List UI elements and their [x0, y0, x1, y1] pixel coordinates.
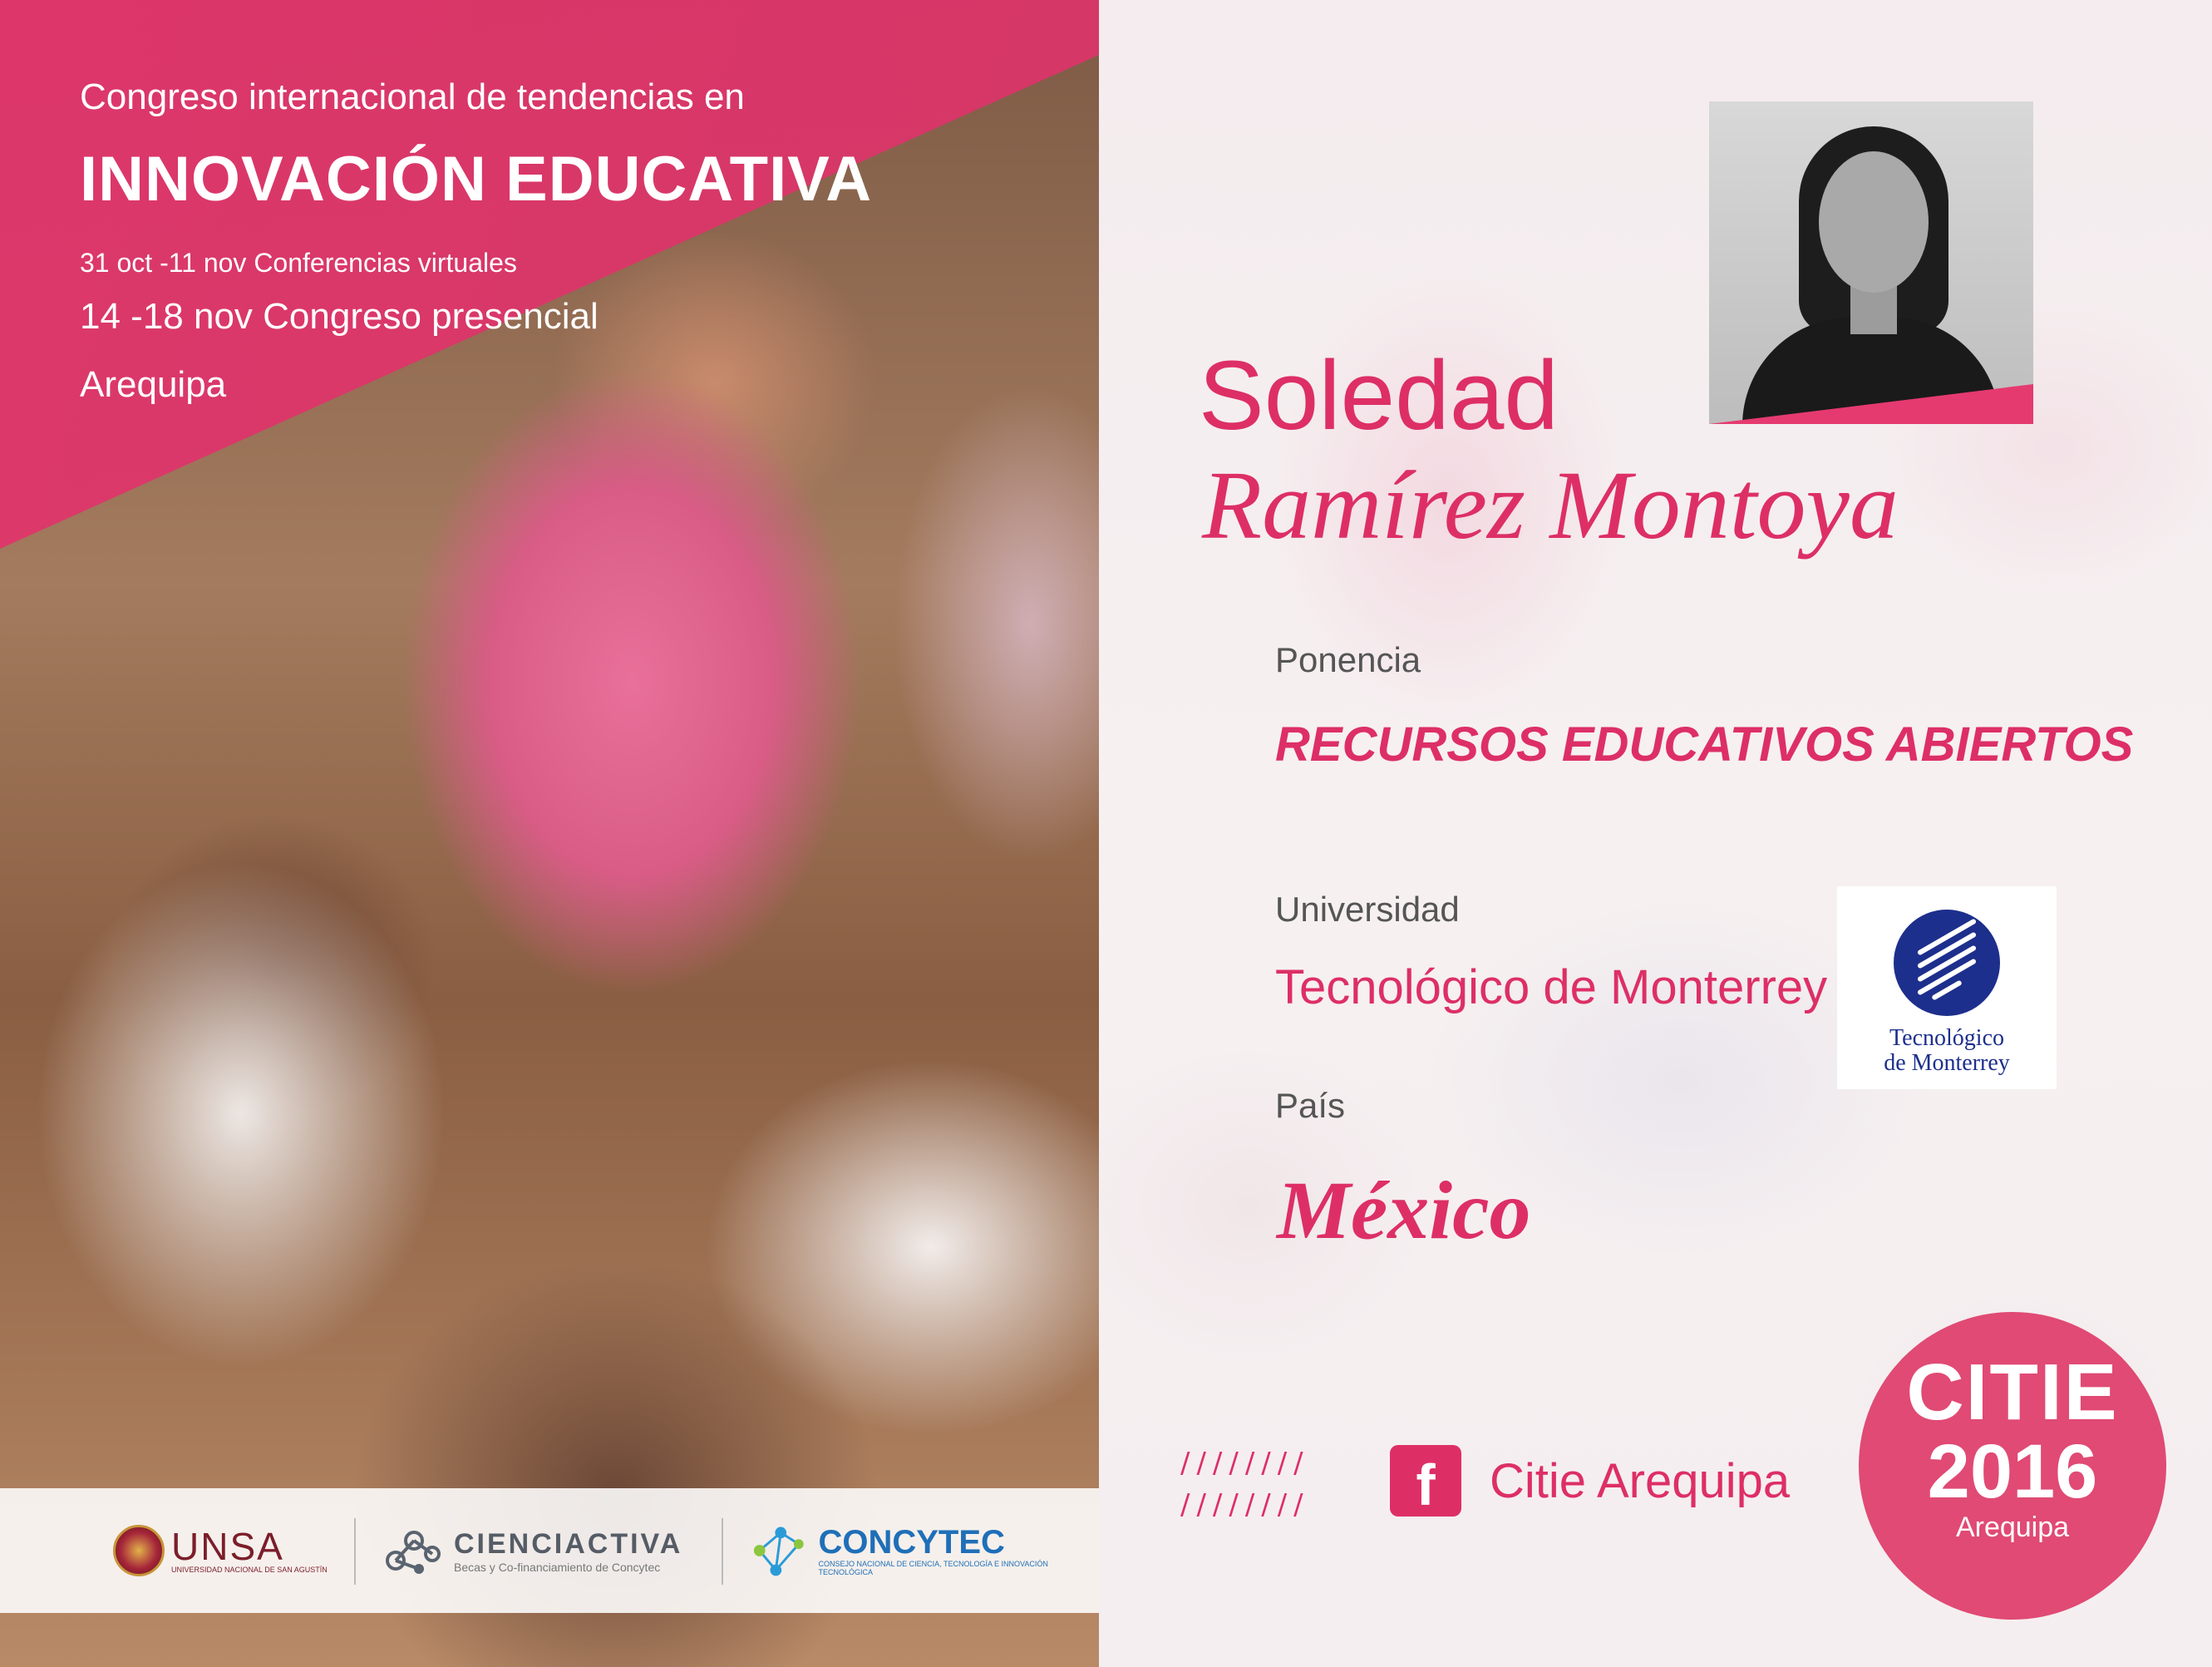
event-photo-panel: Congreso internacional de tendencias en … — [0, 0, 1099, 1667]
speaker-last-name: Ramírez Montoya — [1202, 451, 1899, 560]
event-subtitle: Congreso internacional de tendencias en — [80, 76, 745, 117]
citie-city: Arequipa — [1955, 1512, 2070, 1543]
inperson-dates: 14 -18 nov Congreso presencial — [80, 296, 599, 337]
molecule-icon — [386, 1531, 441, 1574]
ponencia-label: Ponencia — [1275, 640, 1421, 679]
country-name: México — [1277, 1164, 1531, 1256]
tec-monterrey-logo: Tecnológico de Monterrey — [1837, 886, 2057, 1089]
concytec-name: CONCYTEC — [818, 1524, 1005, 1561]
tec-logo-line1: Tecnológico — [1889, 1025, 2004, 1051]
event-city: Arequipa — [80, 364, 227, 405]
country-label: País — [1275, 1086, 1346, 1125]
citie-name: CITIE — [1906, 1348, 2119, 1437]
decorative-slashes: //////// — [1180, 1447, 1310, 1480]
virtual-dates: 31 oct -11 nov Conferencias virtuales — [80, 248, 517, 278]
tec-logo-line2: de Monterrey — [1884, 1050, 2010, 1076]
concytec-logo: CONCYTEC CONSEJO NACIONAL DE CIENCIA, TE… — [748, 1513, 1099, 1588]
facebook-page-link[interactable]: Citie Arequipa — [1490, 1453, 1790, 1509]
unsa-subtitle: UNIVERSIDAD NACIONAL DE SAN AGUSTÍN — [171, 1566, 328, 1574]
citie-badge: CITIE 2016 Arequipa — [1859, 1312, 2166, 1620]
speaker-photo — [1709, 101, 2033, 424]
unsa-seal-icon — [113, 1525, 165, 1576]
unsa-name: UNSA — [171, 1525, 284, 1568]
speaker-panel: Soledad Ramírez Montoya Ponencia RECURSO… — [1099, 0, 2212, 1667]
speaker-first-name: Soledad — [1199, 341, 1559, 451]
university-name: Tecnológico de Monterrey — [1275, 960, 1828, 1014]
cienciactiva-subtitle: Becas y Co-financiamiento de Concytec — [454, 1561, 661, 1574]
network-icon — [753, 1526, 804, 1576]
citie-year: 2016 — [1927, 1429, 2098, 1514]
decorative-slashes: //////// — [1180, 1488, 1310, 1522]
cienciactiva-logo: CIENCIACTIVA Becas y Co-financiamiento d… — [382, 1513, 682, 1588]
cienciactiva-name: CIENCIACTIVA — [454, 1528, 683, 1560]
sponsor-logo-bar: UNSA UNIVERSIDAD NACIONAL DE SAN AGUSTÍN… — [0, 1488, 1099, 1613]
concytec-subtitle: CONSEJO NACIONAL DE CIENCIA, TECNOLOGÍA … — [818, 1560, 1048, 1576]
divider — [354, 1518, 356, 1585]
facebook-icon[interactable]: f — [1390, 1445, 1461, 1517]
university-label: Universidad — [1275, 890, 1460, 929]
event-title: INNOVACIÓN EDUCATIVA — [80, 144, 873, 215]
unsa-logo: UNSA UNIVERSIDAD NACIONAL DE SAN AGUSTÍN — [113, 1513, 328, 1588]
ponencia-title: RECURSOS EDUCATIVOS ABIERTOS — [1275, 718, 2134, 772]
divider — [722, 1518, 723, 1585]
tec-emblem-icon — [1894, 910, 2000, 1016]
